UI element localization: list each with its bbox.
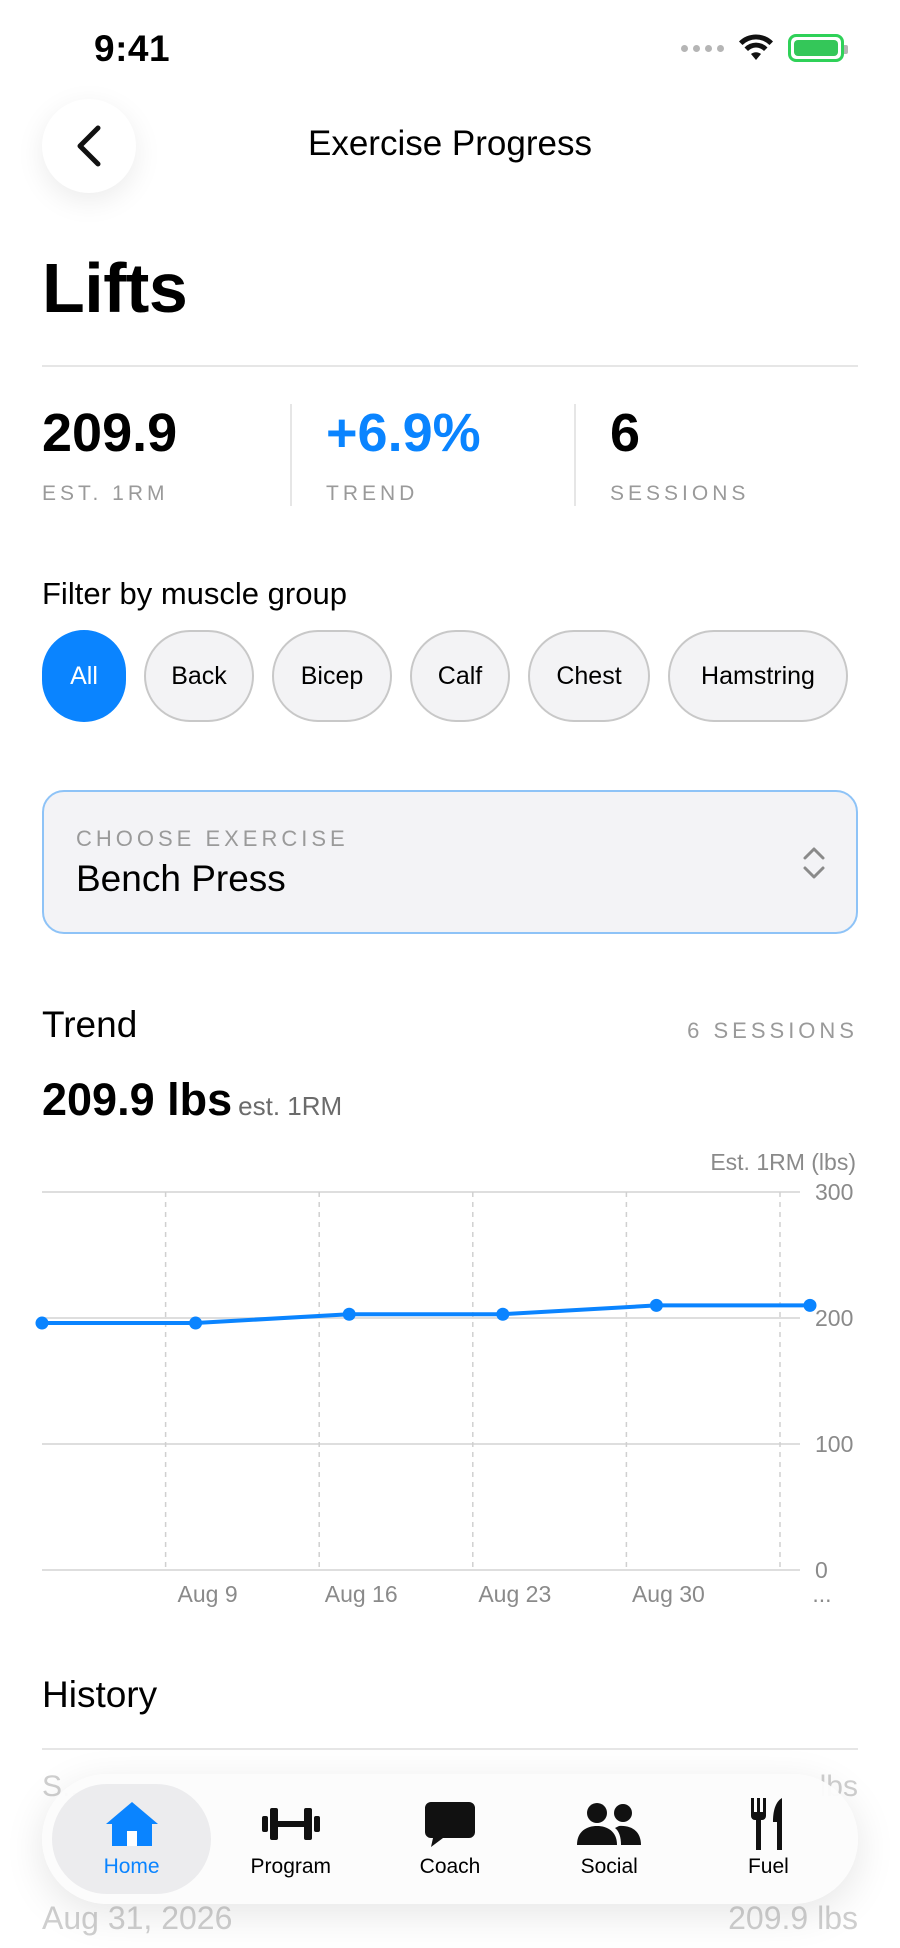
fork-knife-icon: [751, 1798, 783, 1850]
trend-sessions-count: 6 SESSIONS: [687, 1018, 858, 1043]
chip-chest[interactable]: Chest: [528, 630, 650, 722]
data-point: [803, 1298, 817, 1312]
y-tick-label: 200: [815, 1305, 853, 1331]
y-tick-label: 100: [815, 1431, 853, 1457]
data-point: [35, 1316, 49, 1330]
y-tick-label: 300: [815, 1179, 853, 1205]
tab-social[interactable]: Social: [530, 1784, 689, 1894]
stat-trend: +6.9% TREND: [290, 404, 574, 506]
chip-calf[interactable]: Calf: [410, 630, 510, 722]
tab-label: Program: [250, 1855, 332, 1878]
history-date: Aug 31, 2026: [42, 1900, 233, 1936]
x-tick-label: Aug 23: [478, 1581, 551, 1607]
select-value: Bench Press: [76, 858, 286, 899]
data-point: [496, 1307, 510, 1321]
status-time: 9:41: [94, 28, 171, 69]
tab-label: Fuel: [747, 1855, 789, 1878]
data-point: [189, 1316, 203, 1330]
battery-icon: [788, 34, 848, 62]
stat-est-1rm: 209.9 EST. 1RM: [42, 404, 290, 506]
tab-program[interactable]: Program: [211, 1784, 370, 1894]
title-divider: [42, 365, 858, 367]
series-line: [40, 1303, 812, 1326]
stat-label: EST. 1RM: [42, 482, 169, 505]
x-tick-label: Aug 9: [178, 1581, 238, 1607]
cellular-signal-icon: [681, 44, 724, 52]
history-weight: 209.9 lbs: [728, 1900, 858, 1936]
chip-back[interactable]: Back: [144, 630, 254, 722]
x-tick-label: Aug 30: [632, 1581, 705, 1607]
tab-fuel[interactable]: Fuel: [689, 1784, 848, 1894]
status-icons: [681, 34, 848, 62]
muscle-group-chips: All Back Bicep Calf Chest Hamstring: [42, 630, 848, 722]
people-icon: [577, 1803, 642, 1845]
x-tick-label: ...: [812, 1581, 831, 1607]
data-point: [342, 1307, 356, 1321]
chip-bicep[interactable]: Bicep: [272, 630, 392, 722]
trend-title: Trend: [42, 1004, 138, 1045]
filter-label: Filter by muscle group: [42, 576, 347, 611]
history-row[interactable]: Aug 31, 2026 209.9 lbs: [42, 1900, 858, 1937]
select-caption: CHOOSE EXERCISE: [76, 826, 349, 851]
stat-label: SESSIONS: [610, 482, 750, 505]
chip-all[interactable]: All: [42, 630, 126, 722]
trend-value: 209.9 lbs est. 1RM: [42, 1074, 342, 1126]
dumbbell-icon: [261, 1808, 320, 1840]
tab-home[interactable]: Home: [52, 1784, 212, 1894]
stat-label: TREND: [326, 482, 419, 505]
data-point: [649, 1298, 663, 1312]
y-axis-label: Est. 1RM (lbs): [710, 1149, 856, 1175]
stat-value: 6: [610, 403, 641, 463]
stat-value: +6.9%: [326, 403, 481, 463]
wifi-icon: [739, 34, 773, 60]
tab-label: Coach: [419, 1855, 481, 1878]
page-title: Lifts: [42, 249, 188, 327]
trend-chart-svg: Est. 1RM (lbs) 0 100 200 300 Aug 9 Aug 16 Aug 2…: [35, 1149, 856, 1607]
tab-coach[interactable]: Coach: [370, 1784, 529, 1894]
chat-bubble-icon: [425, 1802, 475, 1847]
history-title: History: [42, 1674, 158, 1715]
trend-value-sub: est. 1RM: [238, 1091, 343, 1121]
x-tick-label: Aug 16: [325, 1581, 398, 1607]
chip-hamstring[interactable]: Hamstring: [668, 630, 848, 722]
home-icon: [105, 1802, 158, 1846]
exercise-select[interactable]: CHOOSE EXERCISE Bench Press: [42, 790, 858, 934]
trend-chart: Est. 1RM (lbs) 0 100 200 300 Aug 9 Aug 16 Aug 2…: [0, 1140, 900, 1620]
stat-value: 209.9: [42, 403, 178, 463]
chevron-up-down-icon: [803, 847, 825, 879]
stats-row: 209.9 EST. 1RM +6.9% TREND 6 SESSIONS: [42, 404, 858, 506]
tab-bar: Home Program Coach Social Fuel: [42, 1774, 858, 1904]
nav-title: Exercise Progress: [308, 124, 592, 163]
y-tick-label: 0: [815, 1557, 828, 1583]
stat-sessions: 6 SESSIONS: [574, 404, 858, 506]
history-divider: [42, 1748, 858, 1750]
status-bar: 9:41: [0, 0, 900, 100]
tab-label: Social: [580, 1855, 638, 1878]
trend-value-number: 209.9 lbs: [42, 1074, 233, 1125]
tab-label: Home: [103, 1855, 160, 1878]
